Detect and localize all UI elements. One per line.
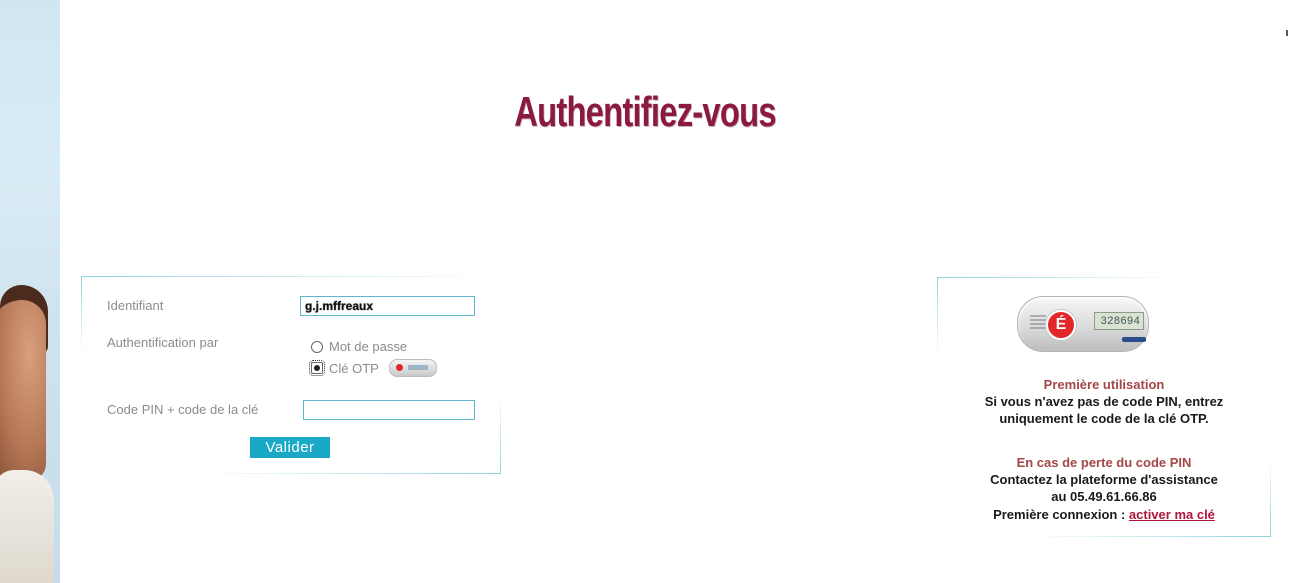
pin-label: Code PIN + code de la clé	[107, 402, 259, 417]
page-title: Authentifiez-vous	[514, 88, 776, 135]
otp-screen: 328694	[1094, 312, 1144, 330]
first-connection-line: Première connexion : activer ma clé	[937, 507, 1271, 523]
valider-button[interactable]: Valider	[250, 437, 330, 458]
first-use-heading: Première utilisation	[1043, 377, 1165, 392]
panel-border-right	[500, 396, 501, 474]
pin-input[interactable]	[303, 400, 475, 420]
photo-shirt	[0, 470, 54, 583]
otp-grill	[1030, 315, 1046, 329]
side-photo	[0, 0, 60, 583]
info-border-left	[937, 277, 938, 357]
photo-face	[0, 300, 46, 480]
info-border-bottom	[1031, 536, 1271, 537]
otp-token-icon: É 328694	[1017, 296, 1149, 352]
panel-border-top	[81, 276, 501, 277]
edge-mark	[1286, 30, 1288, 36]
option-mot-de-passe-label: Mot de passe	[329, 339, 408, 354]
otp-brand-mark	[1122, 337, 1146, 342]
radio-mot-de-passe[interactable]	[311, 340, 323, 353]
identifiant-label: Identifiant	[107, 298, 164, 313]
activate-key-link[interactable]: activer ma clé	[1129, 507, 1215, 522]
option-cle-otp-label: Clé OTP	[329, 360, 379, 376]
option-mot-de-passe[interactable]: Mot de passe	[311, 339, 407, 354]
first-use-text-1: Si vous n'avez pas de code PIN, entrez	[984, 394, 1224, 409]
contact-text: Contactez la plateforme d'assistance	[990, 472, 1218, 487]
first-connection-prefix: Première connexion :	[993, 507, 1126, 522]
identifiant-input[interactable]	[300, 296, 475, 316]
info-border-top	[937, 277, 1177, 278]
radio-cle-otp[interactable]	[309, 360, 325, 376]
panel-border-left	[81, 276, 82, 354]
otp-key-icon	[388, 359, 437, 377]
phone-text: au 05.49.61.66.86	[1051, 489, 1157, 504]
auth-method-label: Authentification par	[107, 335, 219, 350]
otp-logo: É	[1046, 310, 1076, 340]
option-cle-otp[interactable]: Clé OTP	[309, 359, 437, 377]
panel-border-bottom	[201, 473, 501, 474]
first-use-text-2: uniquement le code de la clé OTP.	[999, 411, 1209, 426]
lost-pin-heading: En cas de perte du code PIN	[1016, 455, 1192, 470]
